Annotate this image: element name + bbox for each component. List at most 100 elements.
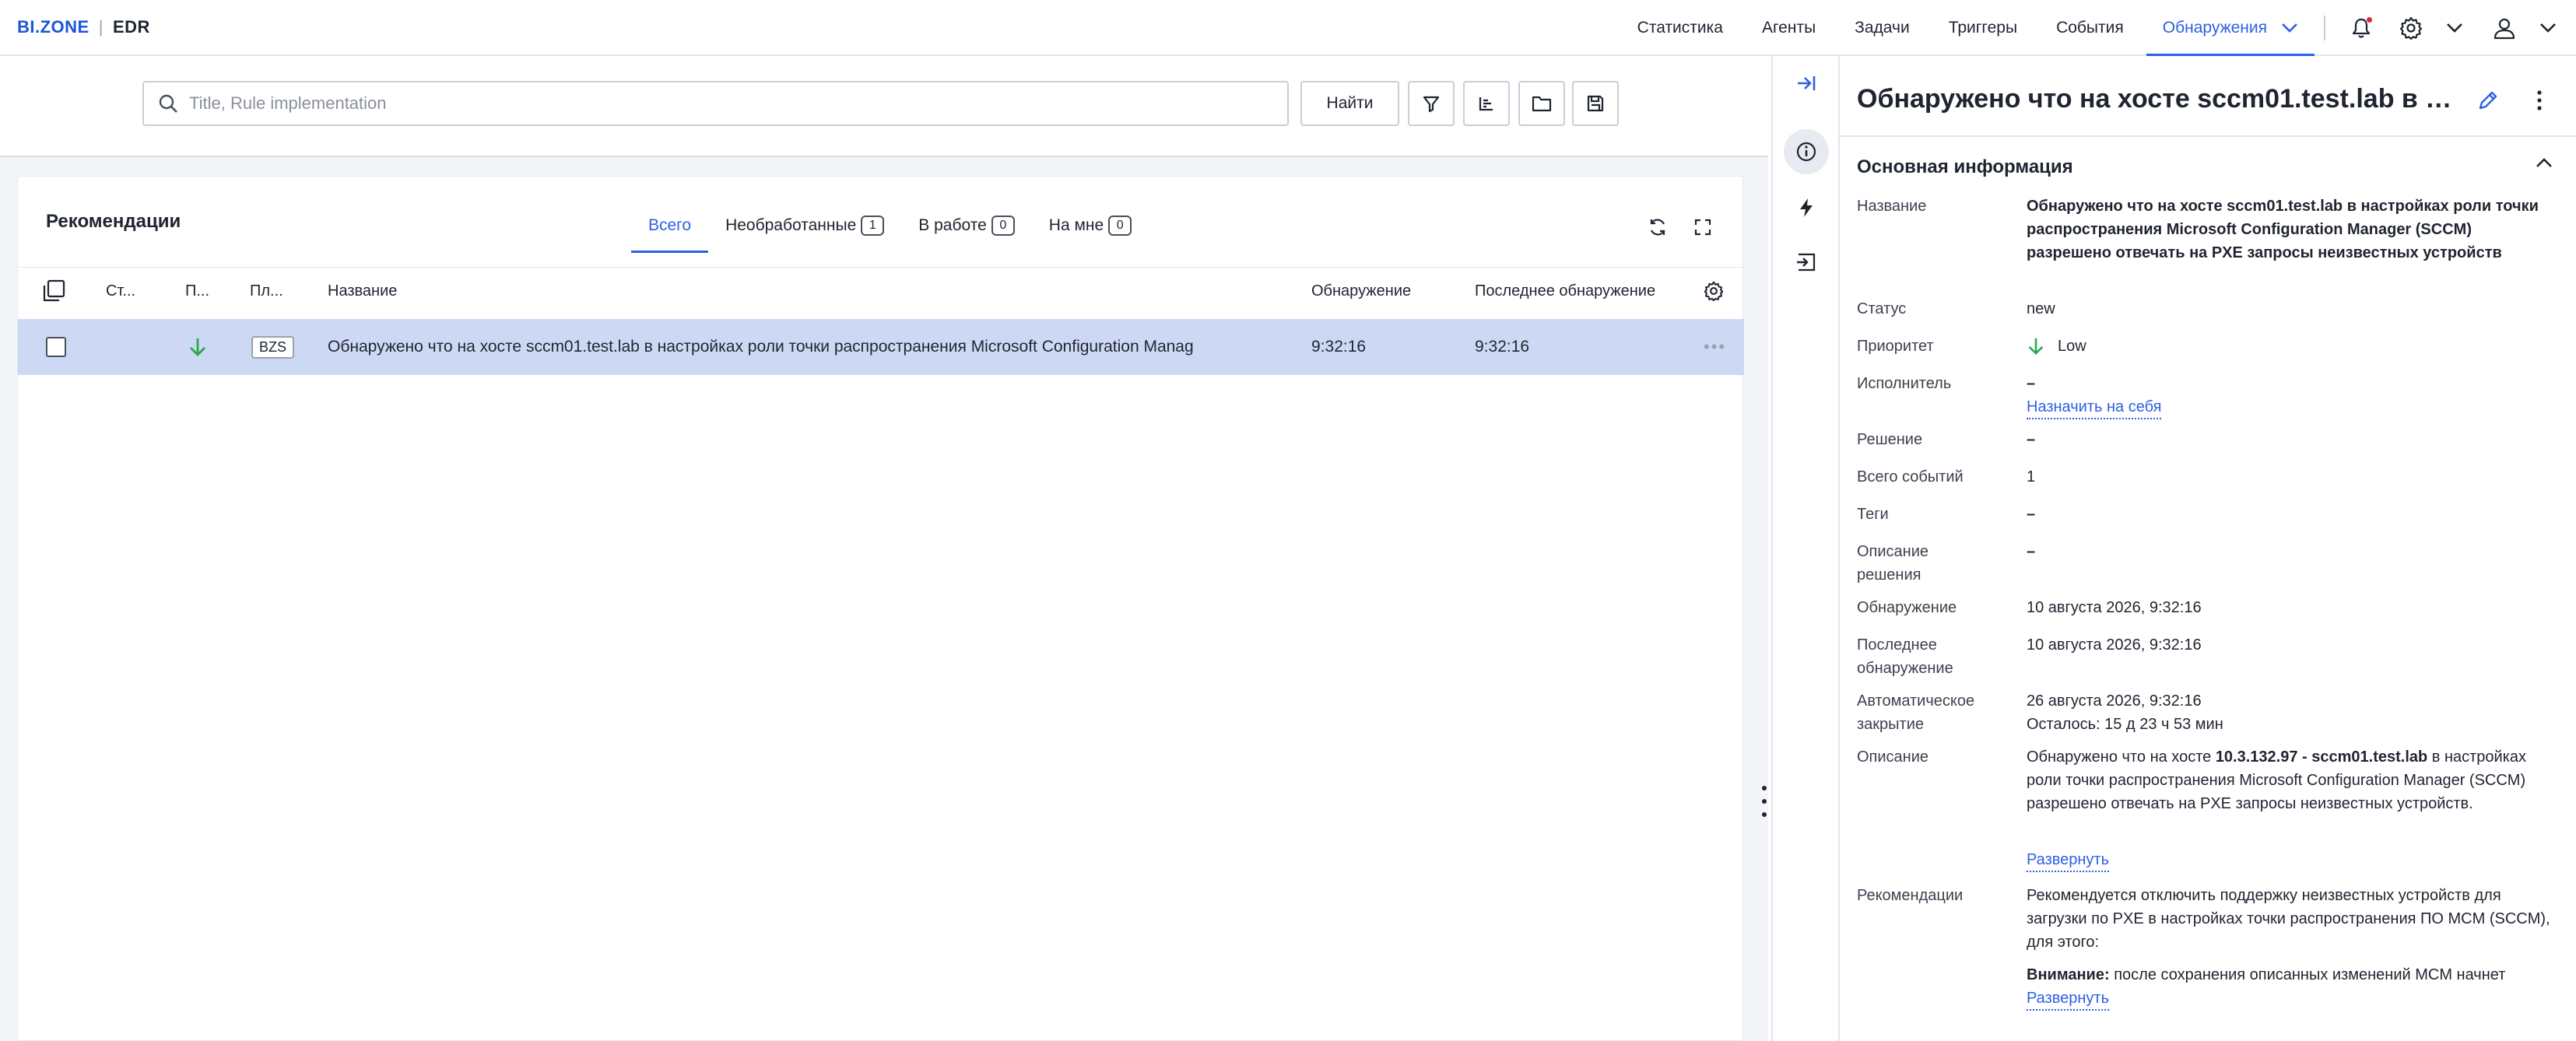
notification-dot <box>2367 17 2372 23</box>
select-all-button[interactable] <box>41 268 66 314</box>
row-name[interactable]: Обнаружено что на хосте sccm01.test.lab … <box>328 319 1300 375</box>
nav-agents[interactable]: Агенты <box>1742 0 1835 56</box>
card-actions <box>1635 208 1725 247</box>
search-box[interactable] <box>142 81 1289 126</box>
row-platform: BZS <box>251 319 295 375</box>
filter-icon <box>1423 96 1440 113</box>
tab-all[interactable]: Всего <box>631 206 709 253</box>
tab-in-progress-label: В работе <box>918 216 987 234</box>
column-priority[interactable]: П... <box>185 268 209 314</box>
expand-recommendations-link[interactable]: Развернуть <box>2027 987 2110 1011</box>
count-badge: 0 <box>1108 216 1132 236</box>
nav-tasks[interactable]: Задачи <box>1835 0 1929 56</box>
auto-close-date: 26 августа 2026, 9:32:16 <box>2027 692 2202 710</box>
field-label: Приоритет <box>1857 338 1934 355</box>
nav-detections[interactable]: Обнаружения <box>2143 0 2318 56</box>
field-label: Обнаружение <box>1857 599 1957 616</box>
search-input[interactable] <box>189 93 1263 114</box>
count-badge: 0 <box>991 216 1015 236</box>
edit-button[interactable] <box>2469 81 2508 120</box>
row-checkbox[interactable] <box>46 319 66 375</box>
brand-logo[interactable]: BI.ZONE | EDR <box>17 17 150 37</box>
response-tab-button[interactable] <box>1784 240 1829 285</box>
save-button[interactable] <box>1572 81 1619 126</box>
table-row[interactable]: BZS Обнаружено что на хосте sccm01.test.… <box>18 319 1744 375</box>
field-label: Решение <box>1857 431 1923 448</box>
field-value: 10 августа 2026, 9:32:16 <box>2027 599 2202 616</box>
fullscreen-button[interactable] <box>1680 208 1725 247</box>
column-detected[interactable]: Обнаружение <box>1311 268 1411 314</box>
more-horizontal-icon: ••• <box>1704 337 1727 356</box>
tab-assigned-to-me[interactable]: На мне 0 <box>1032 206 1149 245</box>
main-nav: Статистика Агенты Задачи Триггеры Событи… <box>1618 0 2576 56</box>
column-status[interactable]: Ст... <box>106 268 135 314</box>
field-value: 1 <box>2027 468 2036 485</box>
label-line: решения <box>1857 566 1921 584</box>
settings-dropdown-button[interactable] <box>2437 11 2472 45</box>
filter-button[interactable] <box>1408 81 1455 126</box>
panel-resize-handle[interactable] <box>1759 786 1770 817</box>
nav-statistics[interactable]: Статистика <box>1618 0 1742 56</box>
field-label: Исполнитель <box>1857 375 1952 392</box>
settings-button[interactable] <box>2394 11 2428 45</box>
nav-triggers[interactable]: Триггеры <box>1929 0 2037 56</box>
chevron-down-icon <box>2447 23 2462 33</box>
events-tab-button[interactable] <box>1784 185 1829 230</box>
tab-in-progress[interactable]: В работе 0 <box>901 206 1032 245</box>
row-actions-button[interactable]: ••• <box>1704 319 1726 375</box>
arrow-down-icon <box>190 338 205 356</box>
select-all-icon <box>43 279 65 302</box>
refresh-button[interactable] <box>1635 208 1680 247</box>
checkbox[interactable] <box>46 337 66 357</box>
field-label: Последнее обнаружение <box>1857 633 2013 680</box>
field-label: Теги <box>1857 506 1889 523</box>
open-folder-button[interactable] <box>1518 81 1565 126</box>
user-dropdown-button[interactable] <box>2531 11 2565 45</box>
folder-icon <box>1532 96 1552 112</box>
info-tab-button[interactable] <box>1784 129 1829 174</box>
details-title: Обнаружено что на хосте sccm01.test.lab … <box>1857 83 2453 114</box>
column-settings-button[interactable] <box>1704 268 1724 314</box>
notifications-button[interactable] <box>2344 11 2378 45</box>
brand-name: BI.ZONE <box>17 17 89 37</box>
label-line: закрытие <box>1857 716 1924 733</box>
chevron-up-icon <box>2536 158 2552 167</box>
collapse-right-icon <box>1798 76 1816 90</box>
sort-button[interactable] <box>1463 81 1510 126</box>
search-icon <box>159 94 177 113</box>
column-platform[interactable]: Пл... <box>250 268 283 314</box>
user-menu-button[interactable] <box>2487 11 2522 45</box>
nav-divider <box>2324 16 2325 40</box>
brand-separator: | <box>98 17 104 37</box>
save-icon <box>1587 95 1604 112</box>
lightning-icon <box>1800 198 1813 217</box>
field-label: Статус <box>1857 300 1907 317</box>
platform-tag: BZS <box>251 335 295 359</box>
collapse-panel-button[interactable] <box>1784 61 1829 106</box>
auto-close-remaining: Осталось: 15 д 23 ч 53 мин <box>2027 716 2223 733</box>
assign-to-me-link[interactable]: Назначить на себя <box>2027 396 2162 419</box>
field-label: Всего событий <box>1857 468 1964 485</box>
column-last-detected[interactable]: Последнее обнаружение <box>1475 268 1655 314</box>
pencil-icon <box>2479 91 2497 110</box>
column-name[interactable]: Название <box>328 268 397 314</box>
tab-unprocessed[interactable]: Необработанные 1 <box>708 206 901 245</box>
tab-all-label: Всего <box>648 216 692 234</box>
section-title: Основная информация <box>1857 156 2073 177</box>
find-button[interactable]: Найти <box>1300 81 1399 126</box>
more-actions-button[interactable] <box>2520 81 2559 120</box>
details-header: Обнаружено что на хосте sccm01.test.lab … <box>1857 72 2557 126</box>
chevron-down-icon <box>2540 23 2556 33</box>
expand-description-link[interactable]: Развернуть <box>2027 849 2110 872</box>
list-title: Рекомендации <box>46 211 181 232</box>
field-value: 26 августа 2026, 9:32:16 Осталось: 15 д … <box>2027 689 2556 736</box>
tab-assigned-to-me-label: На мне <box>1048 216 1104 234</box>
table-header: Ст... П... Пл... Название Обнаружение По… <box>18 267 1744 314</box>
priority-label: Low <box>2058 338 2086 355</box>
row-last-detected: 9:32:16 <box>1475 338 1530 356</box>
nav-events[interactable]: События <box>2037 0 2143 56</box>
warning-text: после сохранения описанных изменений MCM… <box>2109 966 2506 983</box>
field-label: Описание решения <box>1857 540 2013 587</box>
row-detected: 9:32:16 <box>1311 338 1367 356</box>
main-info-section-header[interactable]: Основная информация <box>1857 143 2557 191</box>
